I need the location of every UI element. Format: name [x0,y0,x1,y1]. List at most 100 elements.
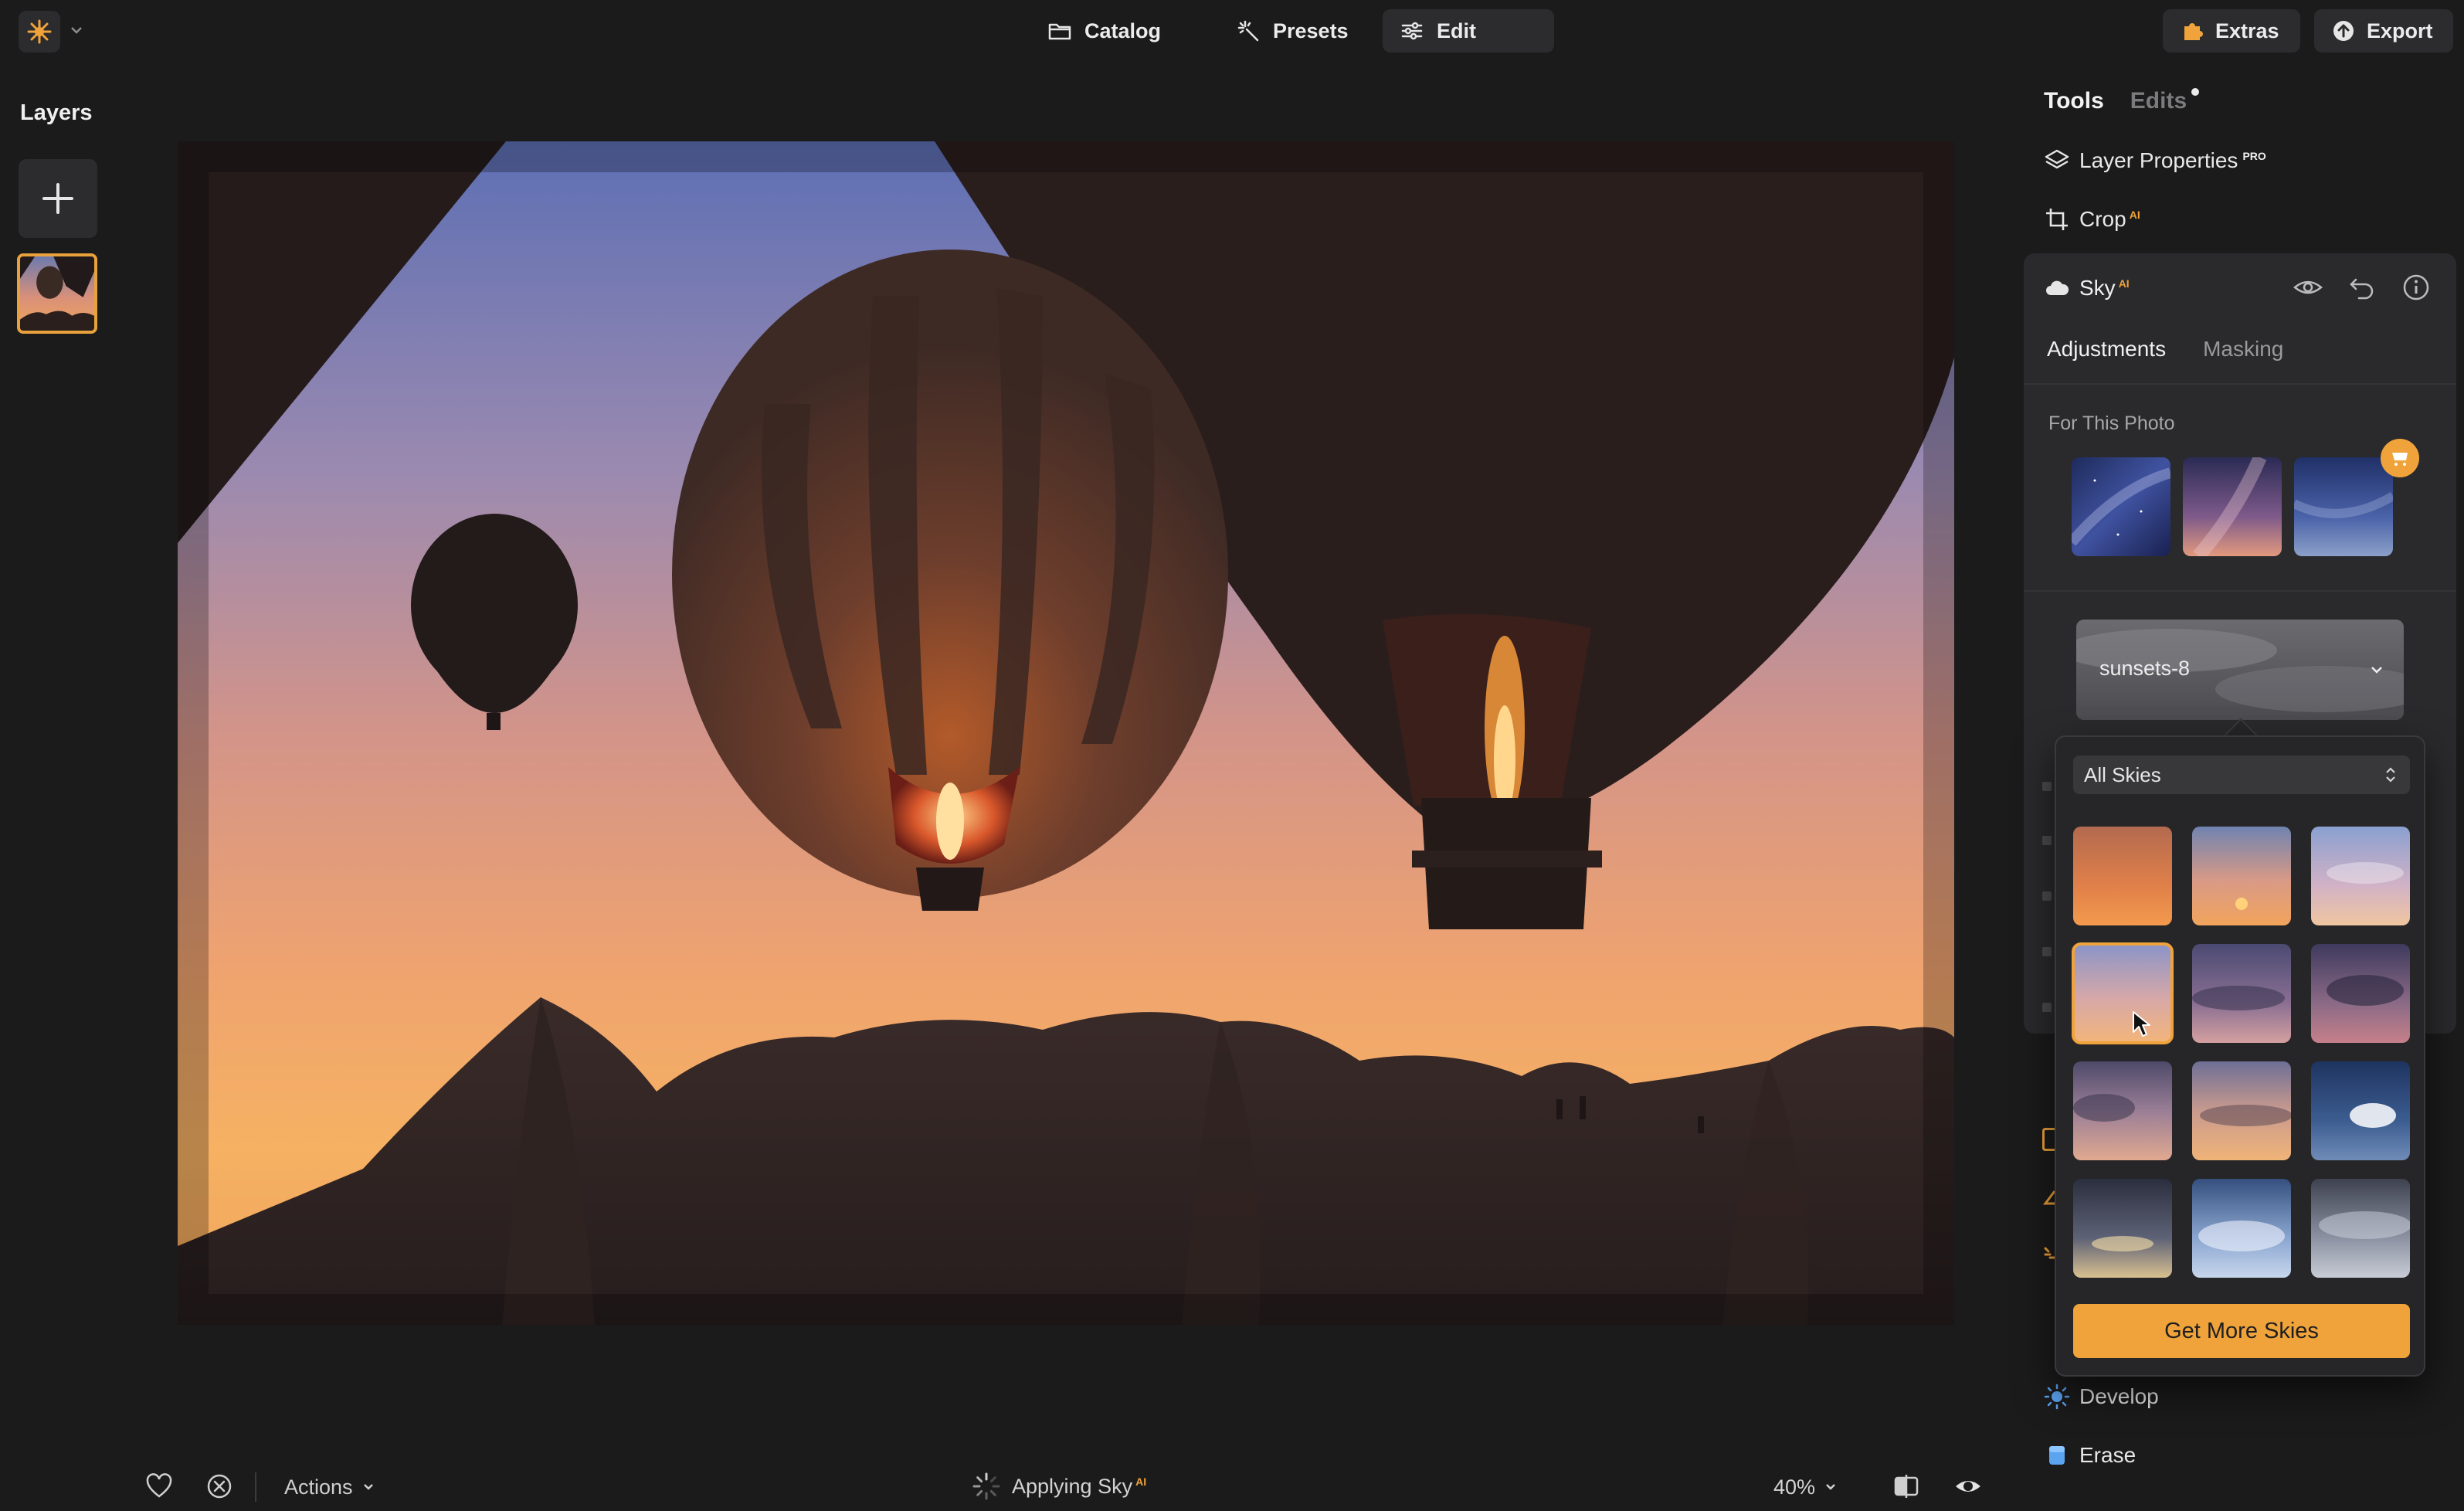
cloud-icon [2046,280,2069,295]
tool-erase[interactable]: Erase [2044,1438,2136,1472]
sky-select-dropdown[interactable]: sunsets-8 [2076,620,2404,720]
milky-way-thumb-image [2183,457,2282,556]
plus-icon [42,183,73,214]
tab-presets-label: Presets [1273,19,1349,42]
develop-label: Develop [2079,1384,2159,1408]
sky-label: Sky [2079,276,2116,300]
heart-icon[interactable] [145,1472,173,1500]
extras-button[interactable]: Extras [2163,9,2300,53]
chevron-down-icon[interactable] [68,22,85,39]
tab-catalog-label: Catalog [1084,19,1162,42]
tool-layer-properties[interactable]: Layer Properties PRO [2044,144,2266,178]
status-ai-badge: AI [1135,1475,1147,1488]
layers-stack-icon [2045,149,2069,169]
mouse-cursor-icon [2133,1011,2150,1037]
tab-edit[interactable]: Edit [1383,9,1554,53]
subtab-masking[interactable]: Masking [2203,337,2283,362]
sky-thumb-image [2192,944,2291,1043]
hidden-slider-marker [2042,891,2052,901]
zoom-control[interactable]: 40% [1773,1472,1838,1502]
compare-icon[interactable] [1892,1472,1920,1500]
reject-icon[interactable] [205,1472,233,1500]
chevron-down-icon [2371,667,2382,674]
tab-tools[interactable]: Tools [2044,88,2104,114]
sky-tile[interactable] [2311,1061,2410,1160]
sky-category-value: All Skies [2084,762,2161,786]
sky-tool-header[interactable]: Sky AI [2044,269,2130,307]
extras-label: Extras [2215,19,2279,42]
crop-ai-badge: AI [2129,208,2140,221]
sky-tile[interactable] [2192,1061,2291,1160]
sky-tile[interactable] [2192,944,2291,1043]
add-layer-button[interactable] [19,159,97,238]
folder-icon [1048,23,1071,40]
actions-button[interactable]: Actions [284,1472,376,1502]
export-label: Export [2367,19,2433,42]
sky-thumb-image [2192,827,2291,925]
sky-tile[interactable] [2073,1061,2172,1160]
tab-catalog[interactable]: Catalog [1030,9,1208,53]
layer-thumbnail[interactable] [17,253,97,334]
tab-presets[interactable]: Presets [1219,9,1387,53]
sky-thumb-image [2073,944,2172,1043]
cart-button[interactable] [2381,439,2419,477]
layer-thumbnail-image [20,256,94,331]
sky-thumb-image [2311,1179,2410,1278]
for-this-photo-heading: For This Photo [2048,413,2175,434]
export-arrow-icon [2333,21,2354,41]
panel-tabs: Tools Edits [2044,88,2200,114]
tool-crop[interactable]: Crop AI [2044,202,2140,236]
sky-tile[interactable] [2073,1179,2172,1278]
sky-tile[interactable] [2311,1179,2410,1278]
sky-tile[interactable] [2311,944,2410,1043]
sky-tile[interactable] [2192,1179,2291,1278]
layer-properties-label: Layer Properties [2079,148,2238,172]
suggested-sky-thumb[interactable] [2072,457,2170,556]
visibility-eye-icon[interactable] [2293,272,2323,303]
eraser-icon [2049,1446,2065,1465]
sky-category-select[interactable]: All Skies [2073,756,2410,794]
sun-logo-icon [27,19,52,44]
subtab-adjustments[interactable]: Adjustments [2047,337,2166,362]
sky-subtabs: Adjustments Masking [2047,337,2283,362]
tab-edits[interactable]: Edits [2130,88,2200,114]
erase-label: Erase [2079,1443,2136,1467]
sky-thumb-image [2073,1179,2172,1278]
puzzle-icon [2184,23,2203,40]
pro-badge: PRO [2242,149,2266,162]
blue-night-thumb-image [2294,457,2393,556]
sky-ai-badge: AI [2118,277,2130,290]
sliders-icon [1401,22,1423,40]
selected-sky-name: sunsets-8 [2099,657,2191,680]
undo-icon[interactable] [2347,272,2377,303]
sky-tile[interactable] [2192,827,2291,925]
suggested-sky-thumb[interactable] [2183,457,2282,556]
status-label: Applying Sky [1012,1474,1133,1498]
sky-tile[interactable] [2311,827,2410,925]
section-divider [2024,590,2456,592]
get-more-skies-button[interactable]: Get More Skies [2073,1304,2410,1358]
preview-eye-icon[interactable] [1954,1472,1982,1500]
sky-tile-selected[interactable] [2072,942,2174,1044]
export-button[interactable]: Export [2314,9,2453,53]
info-icon[interactable] [2401,272,2432,303]
top-bar: Catalog Presets Edit Extras Export [0,0,2464,62]
sky-thumb-image [2311,827,2410,925]
hidden-slider-marker [2042,782,2052,791]
hidden-slider-marker [2042,836,2052,845]
hidden-slider-marker [2042,947,2052,956]
status-indicator: Applying Sky AI [972,1471,1146,1502]
bottom-divider [255,1472,256,1502]
app-logo-button[interactable] [19,11,60,53]
night-sky-thumb-image [2072,457,2170,556]
up-down-chevron-icon [2386,767,2395,783]
sun-icon [2044,1384,2070,1410]
sky-library-popover: All Skies Get More Skies [2055,735,2425,1377]
suggested-sky-thumb[interactable] [2294,457,2393,556]
photo-canvas[interactable] [178,141,1954,1325]
chevron-down-icon [1826,1484,1835,1490]
sky-tile[interactable] [2073,827,2172,925]
sky-thumb-image [2192,1179,2291,1278]
tab-edit-label: Edit [1437,19,1476,42]
tool-develop[interactable]: Develop [2044,1380,2159,1414]
